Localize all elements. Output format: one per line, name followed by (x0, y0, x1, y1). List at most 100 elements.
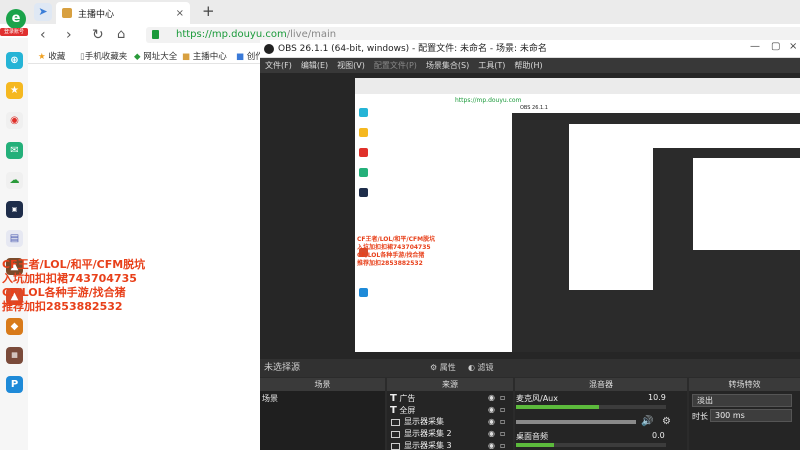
volume-slider[interactable] (516, 420, 636, 424)
reload-icon[interactable]: ↻ (92, 27, 104, 43)
source-item[interactable]: 显示器采集 (404, 416, 444, 427)
close-tab-icon[interactable]: × (176, 8, 184, 19)
menu-help[interactable]: 帮助(H) (514, 61, 542, 70)
bookmark-sites[interactable]: ◆ 网址大全 (134, 50, 177, 62)
sidebar-app-icon[interactable]: ⊕ (6, 52, 23, 69)
capture-nested-screen (693, 158, 800, 250)
sidebar-p-icon[interactable]: P (6, 376, 23, 393)
visibility-eye-icon[interactable]: ◉ (488, 405, 495, 414)
capture-overlay-line4: 推荐加扣2853882532 (357, 260, 423, 267)
sidebar-weibo-icon[interactable]: ◉ (6, 112, 23, 129)
mixer-channel-db: 0.0 (652, 431, 665, 440)
text-source-icon: T (390, 405, 397, 416)
forward-icon[interactable]: › (66, 27, 72, 43)
menu-tools[interactable]: 工具(T) (478, 61, 505, 70)
lock-toggle-icon[interactable]: ▫ (500, 417, 505, 426)
back-icon[interactable]: ‹ (40, 27, 46, 43)
monitor-icon (391, 443, 400, 450)
capture-nested-obs (653, 148, 800, 290)
capture-nested-browser (569, 124, 800, 290)
meter-fill (516, 443, 554, 447)
url-path: /live/main (286, 29, 337, 40)
source-item[interactable]: 显示器采集 3 (404, 440, 452, 450)
properties-button[interactable]: ⚙ 属性 (430, 362, 456, 373)
bookmark-streamer-center[interactable]: ■ 主播中心 (182, 50, 227, 62)
maximize-icon[interactable]: ▢ (771, 41, 780, 52)
capture-icon (359, 148, 368, 157)
menu-profile[interactable]: 配置文件(P) (374, 61, 417, 70)
capture-icon (359, 108, 368, 117)
url-scheme: https:// (176, 29, 212, 40)
visibility-eye-icon[interactable]: ◉ (488, 417, 495, 426)
star-icon: ★ (38, 52, 46, 62)
menu-file[interactable]: 文件(F) (265, 61, 292, 70)
gear-icon: ⚙ (430, 363, 438, 372)
sidebar-game3-icon[interactable]: ◆ (6, 318, 23, 335)
sidebar-mail-icon[interactable]: ✉ (6, 142, 23, 159)
mixer-channel-name: 桌面音频 (516, 432, 548, 441)
mixer-header: 混音器 (515, 378, 687, 391)
scene-item[interactable]: 场景 (262, 393, 278, 404)
source-item[interactable]: T 全屏 (390, 405, 415, 416)
mixer-channel-db: 10.9 (648, 393, 666, 402)
obs-title: OBS 26.1.1 (64-bit, windows) - 配置文件: 未命名… (260, 40, 800, 58)
sidebar-app2-icon[interactable]: ▣ (6, 201, 23, 218)
sidebar-cloud-icon[interactable]: ☁ (6, 172, 23, 189)
capture-icon (359, 128, 368, 137)
tab-title: 主播中心 (78, 9, 115, 20)
source-item[interactable]: 显示器采集 2 (404, 428, 452, 439)
sidebar-doc-icon[interactable]: ▤ (6, 230, 23, 247)
transitions-header: 转场特效 (689, 378, 800, 391)
url-host: mp.douyu.com (211, 29, 287, 40)
menu-edit[interactable]: 编辑(E) (301, 61, 328, 70)
lock-toggle-icon[interactable]: ▫ (500, 405, 505, 414)
bookmark-mobile[interactable]: ▯手机收藏夹 (80, 50, 127, 62)
duration-label: 时长 (692, 412, 708, 421)
transition-select[interactable]: 淡出 (692, 394, 792, 407)
filter-icon: ◐ (468, 363, 475, 372)
visibility-eye-icon[interactable]: ◉ (488, 429, 495, 438)
scenes-header: 场景 (260, 378, 385, 391)
scene-list (260, 391, 385, 450)
site-icon: ◆ (134, 52, 141, 62)
overlay-text-line4: 推荐加扣2853882532 (2, 300, 123, 313)
menu-view[interactable]: 视图(V) (337, 61, 365, 70)
capture-obs-title: OBS 26.1.1 (512, 103, 800, 113)
obs-menu-bar: 文件(F) 编辑(E) 视图(V) 配置文件(P) 场景集合(S) 工具(T) 帮助(H) (260, 58, 800, 73)
duration-input[interactable]: 300 ms (710, 409, 792, 422)
mixer-meter (516, 405, 666, 409)
obs-logo-icon (264, 44, 274, 54)
monitor-icon (391, 431, 400, 438)
close-window-icon[interactable]: × (789, 41, 797, 52)
home-icon[interactable]: ⌂ (117, 27, 125, 42)
visibility-eye-icon[interactable]: ◉ (488, 441, 495, 450)
lock-toggle-icon[interactable]: ▫ (500, 441, 505, 450)
meter-fill (516, 405, 599, 409)
menu-scene-collection[interactable]: 场景集合(S) (426, 61, 469, 70)
sidebar-star-icon[interactable]: ★ (6, 82, 23, 99)
lock-icon (152, 30, 159, 39)
visibility-eye-icon[interactable]: ◉ (488, 393, 495, 402)
new-tab-button[interactable]: + (202, 2, 215, 20)
sidebar-game4-icon[interactable]: ▦ (6, 347, 23, 364)
lock-toggle-icon[interactable]: ▫ (500, 429, 505, 438)
tab-favicon-icon (62, 8, 72, 18)
monitor-icon (391, 419, 400, 426)
preview-capture-browser: https://mp.douyu.com OBS 26.1.1 CF王者/LOL… (355, 78, 800, 352)
filters-button[interactable]: ◐ 滤镜 (468, 362, 494, 373)
source-toolbar: 未选择源 (260, 359, 800, 377)
source-item[interactable]: T 广告 (390, 393, 415, 404)
gear-icon[interactable]: ⚙ (662, 416, 671, 427)
login-button[interactable]: 登录账号 (0, 28, 28, 36)
speaker-icon[interactable]: 🔊 (641, 416, 653, 427)
capture-icon (359, 188, 368, 197)
navigation-icon[interactable]: ➤ (34, 3, 52, 21)
browser-logo-icon[interactable]: e (6, 9, 26, 29)
browser-tab[interactable]: 主播中心 × (56, 2, 190, 24)
bookmark-favorites[interactable]: ★ 收藏 (38, 50, 65, 62)
lock-toggle-icon[interactable]: ▫ (500, 393, 505, 402)
text-source-icon: T (390, 393, 397, 404)
minimize-icon[interactable]: — (750, 41, 760, 52)
capture-icon (359, 168, 368, 177)
mixer-meter (516, 443, 666, 447)
